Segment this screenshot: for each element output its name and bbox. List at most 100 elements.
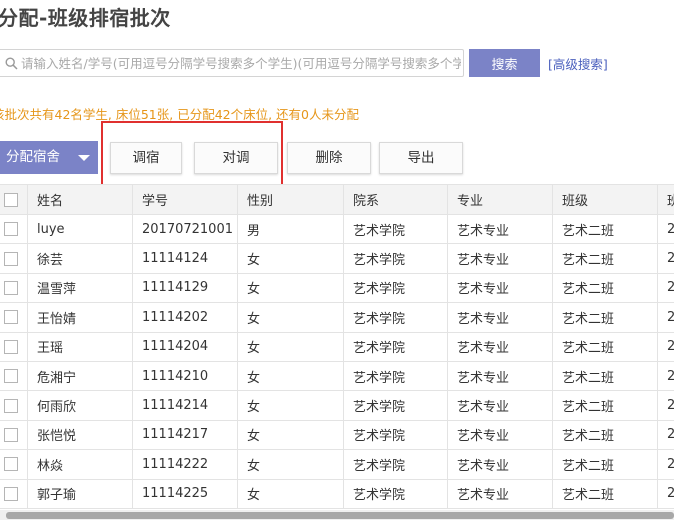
table-row[interactable]: 王怡婧11114202女艺术学院艺术专业艺术二班2 bbox=[0, 302, 674, 333]
select-all-checkbox[interactable] bbox=[4, 192, 18, 207]
cell-extra: 2 bbox=[657, 243, 674, 274]
cell-major: 艺术专业 bbox=[447, 390, 553, 421]
cell-id: 11114225 bbox=[132, 478, 238, 509]
cell-name: 郭子瑜 bbox=[27, 478, 133, 509]
assign-dorm-dropdown[interactable]: 分配宿舍 bbox=[0, 141, 98, 174]
cell-extra: 2 bbox=[657, 478, 674, 509]
row-checkbox[interactable] bbox=[4, 339, 18, 354]
row-checkbox[interactable] bbox=[4, 251, 18, 266]
table-row[interactable]: 张恺悦11114217女艺术学院艺术专业艺术二班2 bbox=[0, 419, 674, 451]
cell-department: 艺术学院 bbox=[343, 331, 448, 362]
table-row[interactable]: 林焱11114222女艺术学院艺术专业艺术二班2 bbox=[0, 449, 674, 480]
row-select-cell bbox=[0, 390, 28, 421]
cell-class: 艺术二班 bbox=[552, 243, 658, 274]
row-checkbox[interactable] bbox=[4, 369, 18, 384]
cell-extra: 2 bbox=[657, 419, 674, 451]
table-row[interactable]: 王瑶11114204女艺术学院艺术专业艺术二班2 bbox=[0, 331, 674, 362]
row-select-cell bbox=[0, 419, 28, 451]
scrollbar-thumb[interactable] bbox=[6, 512, 674, 519]
cell-extra: 2 bbox=[657, 449, 674, 480]
cell-department: 艺术学院 bbox=[343, 360, 448, 392]
cell-major: 艺术专业 bbox=[447, 331, 553, 362]
cell-id: 11114202 bbox=[132, 302, 238, 333]
cell-gender: 女 bbox=[237, 449, 344, 480]
cell-class: 艺术二班 bbox=[552, 449, 658, 480]
row-checkbox[interactable] bbox=[4, 486, 18, 501]
cell-id: 11114222 bbox=[132, 449, 238, 480]
cell-gender: 女 bbox=[237, 331, 344, 362]
cell-gender: 女 bbox=[237, 478, 344, 509]
cell-name: 温雪萍 bbox=[27, 272, 133, 304]
row-select-cell bbox=[0, 449, 28, 480]
cell-department: 艺术学院 bbox=[343, 302, 448, 333]
adjust-dorm-button[interactable]: 调宿 bbox=[110, 142, 182, 174]
table-row[interactable]: 危湘宁11114210女艺术学院艺术专业艺术二班2 bbox=[0, 360, 674, 392]
cell-major: 艺术专业 bbox=[447, 213, 553, 245]
table-row[interactable]: 徐芸11114124女艺术学院艺术专业艺术二班2 bbox=[0, 243, 674, 274]
search-input[interactable] bbox=[21, 51, 461, 75]
column-header-id[interactable]: 学号 bbox=[132, 184, 238, 215]
row-select-cell bbox=[0, 331, 28, 362]
cell-id: 11114210 bbox=[132, 360, 238, 392]
cell-extra: 2 bbox=[657, 272, 674, 304]
row-select-cell bbox=[0, 243, 28, 274]
cell-gender: 女 bbox=[237, 272, 344, 304]
search-button[interactable]: 搜索 bbox=[469, 49, 540, 77]
cell-gender: 女 bbox=[237, 302, 344, 333]
cell-class: 艺术二班 bbox=[552, 419, 658, 451]
row-checkbox[interactable] bbox=[4, 280, 18, 295]
table-header-row: 姓名 学号 性别 院系 专业 班级 班 bbox=[0, 184, 674, 215]
page-title: 分配-班级排宿批次 bbox=[0, 6, 171, 30]
cell-class: 艺术二班 bbox=[552, 272, 658, 304]
row-checkbox[interactable] bbox=[4, 457, 18, 472]
cell-major: 艺术专业 bbox=[447, 478, 553, 509]
table-row[interactable]: 何雨欣11114214女艺术学院艺术专业艺术二班2 bbox=[0, 390, 674, 421]
cell-extra: 2 bbox=[657, 360, 674, 392]
search-box[interactable] bbox=[0, 49, 464, 77]
table-row[interactable]: 温雪萍11114129女艺术学院艺术专业艺术二班2 bbox=[0, 272, 674, 304]
cell-extra: 2 bbox=[657, 331, 674, 362]
cell-class: 艺术二班 bbox=[552, 331, 658, 362]
column-header-extra[interactable]: 班 bbox=[657, 184, 674, 215]
table-row[interactable]: 郭子瑜11114225女艺术学院艺术专业艺术二班2 bbox=[0, 478, 674, 509]
column-header-name[interactable]: 姓名 bbox=[27, 184, 133, 215]
select-all-cell bbox=[0, 184, 28, 215]
cell-department: 艺术学院 bbox=[343, 478, 448, 509]
cell-name: 张恺悦 bbox=[27, 419, 133, 451]
cell-department: 艺术学院 bbox=[343, 272, 448, 304]
cell-class: 艺术二班 bbox=[552, 478, 658, 509]
cell-name: 林焱 bbox=[27, 449, 133, 480]
column-header-gender[interactable]: 性别 bbox=[237, 184, 344, 215]
cell-major: 艺术专业 bbox=[447, 419, 553, 451]
cell-department: 艺术学院 bbox=[343, 449, 448, 480]
cell-department: 艺术学院 bbox=[343, 243, 448, 274]
column-header-major[interactable]: 专业 bbox=[447, 184, 553, 215]
cell-gender: 女 bbox=[237, 390, 344, 421]
row-checkbox[interactable] bbox=[4, 427, 18, 442]
row-checkbox[interactable] bbox=[4, 310, 18, 325]
cell-extra: 2 bbox=[657, 213, 674, 245]
column-header-class[interactable]: 班级 bbox=[552, 184, 658, 215]
caret-down-icon bbox=[78, 155, 90, 161]
cell-class: 艺术二班 bbox=[552, 390, 658, 421]
cell-name: 王怡婧 bbox=[27, 302, 133, 333]
cell-department: 艺术学院 bbox=[343, 213, 448, 245]
cell-id: 11114214 bbox=[132, 390, 238, 421]
delete-button[interactable]: 删除 bbox=[287, 142, 371, 174]
swap-button[interactable]: 对调 bbox=[194, 142, 278, 174]
column-header-department[interactable]: 院系 bbox=[343, 184, 448, 215]
cell-class: 艺术二班 bbox=[552, 213, 658, 245]
advanced-search-link[interactable]: [高级搜索] bbox=[548, 54, 608, 73]
cell-name: luye bbox=[27, 213, 133, 245]
cell-id: 20170721001 bbox=[132, 213, 238, 245]
cell-major: 艺术专业 bbox=[447, 243, 553, 274]
cell-class: 艺术二班 bbox=[552, 302, 658, 333]
horizontal-scrollbar[interactable] bbox=[0, 510, 674, 520]
cell-gender: 女 bbox=[237, 243, 344, 274]
table-row[interactable]: luye20170721001男艺术学院艺术专业艺术二班2 bbox=[0, 213, 674, 245]
cell-class: 艺术二班 bbox=[552, 360, 658, 392]
cell-extra: 2 bbox=[657, 390, 674, 421]
row-checkbox[interactable] bbox=[4, 398, 18, 413]
row-checkbox[interactable] bbox=[4, 222, 18, 237]
export-button[interactable]: 导出 bbox=[379, 142, 463, 174]
